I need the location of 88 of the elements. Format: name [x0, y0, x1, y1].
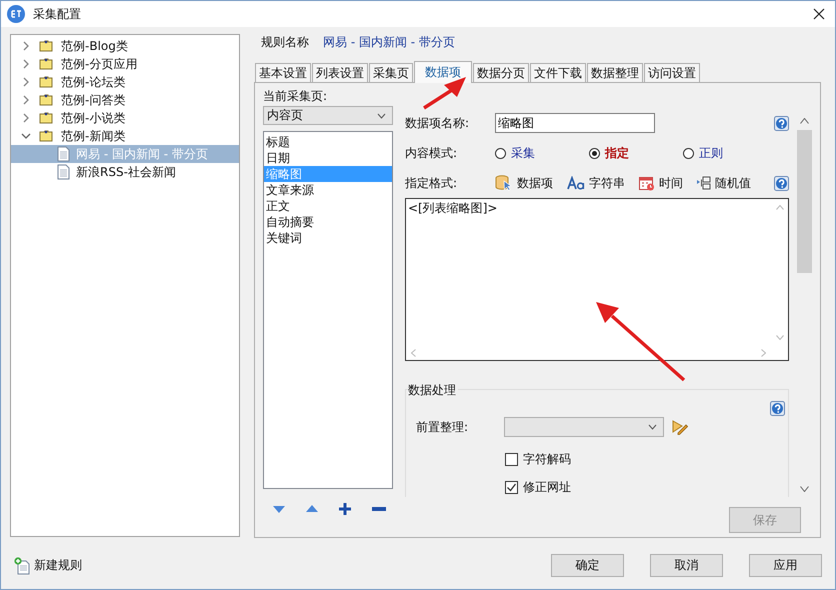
list-item[interactable]: 日期 — [264, 150, 392, 166]
tab[interactable]: 数据整理 — [587, 63, 643, 82]
tab[interactable]: 数据分页 — [473, 63, 529, 82]
tree-item[interactable]: 范例-论坛类 — [11, 73, 239, 91]
add-icon[interactable] — [339, 503, 351, 515]
list-item[interactable]: 正文 — [264, 198, 392, 214]
radio-circle[interactable] — [495, 148, 506, 158]
font-icon — [567, 176, 585, 190]
rule-name: 网易 - 国内新闻 - 带分页 — [323, 34, 455, 50]
rule-name-label: 规则名称 — [261, 34, 309, 50]
radio-circle[interactable] — [683, 148, 694, 158]
checkmark-icon — [506, 482, 517, 492]
checkbox[interactable] — [505, 480, 518, 494]
scroll-left-icon — [411, 349, 416, 357]
page-label: 当前采集页: — [263, 89, 328, 103]
move-up-icon[interactable] — [306, 505, 318, 513]
folder-icon — [39, 57, 53, 71]
folder-icon — [39, 75, 53, 89]
list-item[interactable]: 标题 — [264, 134, 392, 150]
preprocess-select[interactable] — [504, 417, 664, 437]
list-item[interactable]: 文章来源 — [264, 182, 392, 198]
tab[interactable]: 列表设置 — [312, 63, 368, 82]
tree-item[interactable]: 范例-问答类 — [11, 91, 239, 109]
radio-label[interactable]: 指定 — [605, 144, 629, 162]
tab[interactable]: 文件下载 — [530, 63, 586, 82]
group-title: 数据处理 — [408, 382, 458, 399]
help-icon[interactable] — [774, 176, 789, 190]
folder-icon — [39, 129, 53, 143]
radio-circle[interactable] — [589, 148, 600, 158]
calendar-clock-icon — [639, 176, 655, 190]
scroll-down-icon — [800, 486, 809, 492]
format-tool-button[interactable]: 时间 — [639, 174, 683, 192]
scroll-up-icon — [800, 118, 809, 124]
name-label: 数据项名称: — [405, 114, 470, 132]
format-tool-button[interactable]: 字符串 — [567, 174, 625, 192]
scroll-thumb[interactable] — [797, 130, 812, 273]
scroll-down-icon — [776, 335, 784, 340]
document-icon — [56, 146, 71, 162]
name-field[interactable]: 缩略图 — [495, 113, 655, 133]
chevron-down-icon[interactable] — [21, 131, 31, 141]
radio-label[interactable]: 采集 — [511, 144, 535, 162]
dialog-button[interactable]: 确定 — [551, 554, 624, 577]
branch-list-icon — [697, 176, 711, 190]
tree-item[interactable]: 新浪RSS-社会新闻 — [11, 163, 239, 181]
checkbox-option[interactable]: 字符解码 — [505, 451, 778, 467]
format-tool-button[interactable]: 随机值 — [697, 174, 751, 192]
folder-icon — [39, 111, 53, 125]
annotation-arrow — [423, 77, 466, 110]
help-icon[interactable] — [770, 401, 785, 416]
format-field[interactable]: <[列表缩略图]> — [405, 198, 789, 361]
checkbox-option[interactable]: 修正网址 — [505, 479, 778, 495]
document-icon — [56, 164, 71, 180]
app-logo-icon — [7, 5, 25, 23]
dialog-button[interactable]: 应用 — [749, 554, 822, 577]
edit-pencil-icon[interactable] — [672, 419, 688, 435]
tab[interactable]: 采集页 — [369, 63, 413, 82]
format-text: <[列表缩略图]> — [407, 200, 498, 217]
format-label: 指定格式: — [405, 174, 458, 192]
format-tool-button[interactable]: 数据项 — [495, 174, 553, 192]
list-item[interactable]: 自动摘要 — [264, 214, 392, 230]
window-title: 采集配置 — [33, 6, 81, 22]
database-cursor-icon — [495, 175, 513, 191]
help-icon[interactable] — [774, 116, 789, 130]
list-item[interactable]: 关键词 — [264, 230, 392, 246]
radio-option[interactable]: 正则 — [683, 144, 777, 162]
dialog-button[interactable]: 取消 — [650, 554, 723, 577]
scroll-up-icon — [776, 205, 784, 210]
move-down-icon[interactable] — [273, 505, 285, 513]
scroll-right-icon — [761, 349, 766, 357]
tab[interactable]: 数据项 — [414, 61, 472, 83]
checkbox[interactable] — [505, 452, 518, 466]
folder-icon — [39, 93, 53, 107]
tab[interactable]: 访问设置 — [644, 63, 700, 82]
preprocess-label: 前置整理: — [416, 418, 470, 436]
page-select[interactable]: 内容页 — [263, 106, 393, 125]
tree-item[interactable]: 范例-小说类 — [11, 109, 239, 127]
radio-label[interactable]: 正则 — [699, 144, 723, 162]
folder-icon — [39, 39, 53, 53]
new-document-icon — [14, 556, 30, 574]
close-icon[interactable] — [813, 8, 825, 20]
new-rule-link[interactable]: 新建规则 — [14, 556, 82, 574]
tree-item[interactable]: 范例-分页应用 — [11, 55, 239, 73]
radio-option[interactable]: 指定 — [589, 144, 683, 162]
tree-item[interactable]: 范例-Blog类 — [11, 37, 239, 55]
radio-option[interactable]: 采集 — [495, 144, 589, 162]
tree-item[interactable]: 范例-新闻类 — [11, 127, 239, 145]
mode-label: 内容模式: — [405, 144, 458, 162]
tab[interactable]: 基本设置 — [255, 63, 311, 82]
